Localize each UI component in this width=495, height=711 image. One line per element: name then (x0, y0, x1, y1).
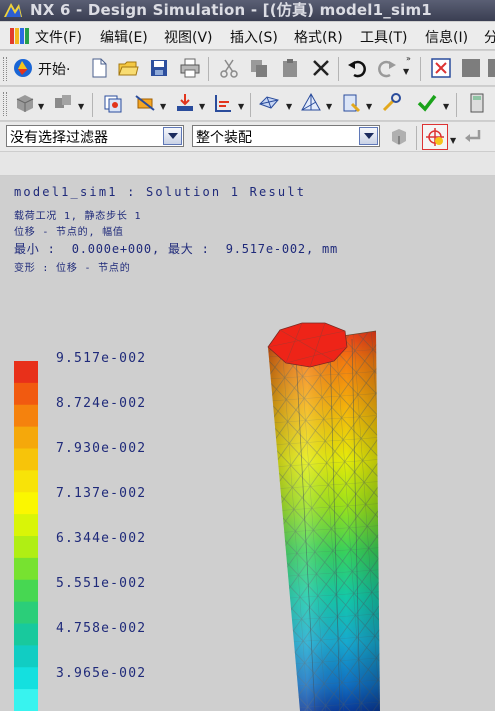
dropdown-caret-icon[interactable]: ▼ (38, 102, 44, 111)
toolbar-separator (338, 57, 339, 81)
dropdown-caret-icon[interactable]: ▼ (160, 102, 166, 111)
tet-mesh-icon[interactable] (298, 90, 324, 116)
menu-edit[interactable]: 编辑(E) (100, 27, 148, 47)
toolbar-grip[interactable] (3, 57, 7, 81)
menu-bar: 文件(F) 编辑(E) 视图(V) 插入(S) 格式(R) 工具(T) 信息(I… (0, 22, 495, 50)
dropdown-caret-icon[interactable]: ▼ (78, 102, 84, 111)
constraint-icon[interactable] (210, 90, 236, 116)
menu-info[interactable]: 信息(I) (425, 27, 468, 47)
start-button[interactable]: 开始· (38, 59, 70, 79)
selection-scope-value: 整个装配 (196, 130, 252, 146)
redo-icon[interactable] (374, 55, 400, 81)
dropdown-caret-icon[interactable]: ▼ (366, 102, 372, 111)
save-icon[interactable] (146, 55, 172, 81)
fit-view-icon[interactable] (428, 55, 454, 81)
mesh-object-icon[interactable] (50, 90, 76, 116)
nx-logo-icon (4, 3, 22, 17)
menu-file[interactable]: 文件(F) (35, 27, 82, 47)
title-bar: NX 6 - Design Simulation - [(仿真) model1_… (0, 0, 495, 21)
open-folder-icon[interactable] (115, 55, 141, 81)
nx-application-window: { "window": { "title": "NX 6 - Design Si… (0, 0, 495, 711)
standard-toolbar: 开始· ▼ » (0, 51, 495, 86)
more-tools-icon[interactable] (484, 55, 495, 81)
section-view-icon[interactable] (132, 90, 158, 116)
snap-point-icon[interactable] (422, 124, 448, 150)
chevron-down-icon[interactable] (359, 127, 378, 145)
solve-icon[interactable] (338, 90, 364, 116)
paste-icon[interactable] (277, 55, 303, 81)
apply-load-icon[interactable] (172, 90, 198, 116)
nx-app-menu-icon[interactable] (9, 26, 31, 46)
selection-filter-dropdown[interactable]: 没有选择过滤器 (6, 125, 184, 147)
calculator-icon[interactable] (464, 90, 490, 116)
toolbar-separator (456, 93, 457, 117)
menu-analysis[interactable]: 分 (484, 27, 495, 47)
start-icon[interactable] (10, 55, 36, 81)
solid-block-icon[interactable] (12, 90, 38, 116)
selection-filter-value: 没有选择过滤器 (10, 130, 108, 146)
menu-format[interactable]: 格式(R) (294, 27, 343, 47)
copy-icon[interactable] (246, 55, 272, 81)
simulation-toolbar: ▼ ▼ ▼ ▼ ▼ ▼ ▼ ▼ ▼ (0, 87, 495, 121)
dropdown-caret-icon[interactable]: ▼ (238, 102, 244, 111)
dropdown-caret-icon[interactable]: ▼ (286, 102, 292, 111)
dropdown-caret-icon[interactable]: ▼ (326, 102, 332, 111)
dropdown-caret-icon[interactable]: ▼ (199, 102, 205, 111)
menu-view[interactable]: 视图(V) (164, 27, 213, 47)
mesh-3d-icon[interactable] (256, 90, 282, 116)
selection-scope-dropdown[interactable]: 整个装配 (192, 125, 380, 147)
model-layers-icon[interactable] (100, 90, 126, 116)
return-icon[interactable] (460, 124, 486, 150)
toolbar-separator (92, 93, 93, 117)
check-mark-icon[interactable] (414, 90, 440, 116)
undo-icon[interactable] (344, 55, 370, 81)
new-file-icon[interactable] (86, 55, 112, 81)
cut-icon[interactable] (216, 55, 242, 81)
dropdown-caret-icon[interactable]: ▼ (450, 136, 456, 145)
toolbar-overflow-icon[interactable]: » (406, 54, 411, 63)
window-title: NX 6 - Design Simulation - [(仿真) model1_… (30, 1, 432, 19)
print-icon[interactable] (177, 55, 203, 81)
fe-model-fringe-plot[interactable] (0, 177, 495, 711)
toolbar-separator (250, 93, 251, 117)
delete-icon[interactable] (308, 55, 334, 81)
menu-insert[interactable]: 插入(S) (230, 27, 278, 47)
toolbar-separator (420, 57, 421, 81)
empty-toolbar-row (0, 152, 495, 176)
toolbar-grip[interactable] (3, 92, 7, 116)
chevron-down-icon[interactable] (163, 127, 182, 145)
menu-tools[interactable]: 工具(T) (360, 27, 407, 47)
select-assembly-icon[interactable] (386, 124, 412, 150)
toolbar-separator (208, 57, 209, 81)
redo-dropdown-icon[interactable]: ▼ (403, 67, 409, 76)
window-icon[interactable] (458, 55, 484, 81)
analysis-tool-icon[interactable] (378, 90, 404, 116)
graphics-window[interactable]: model1_sim1 : Solution 1 Result 载荷工况 1, … (0, 177, 495, 711)
toolbar-separator (416, 126, 417, 150)
dropdown-caret-icon[interactable]: ▼ (443, 102, 449, 111)
